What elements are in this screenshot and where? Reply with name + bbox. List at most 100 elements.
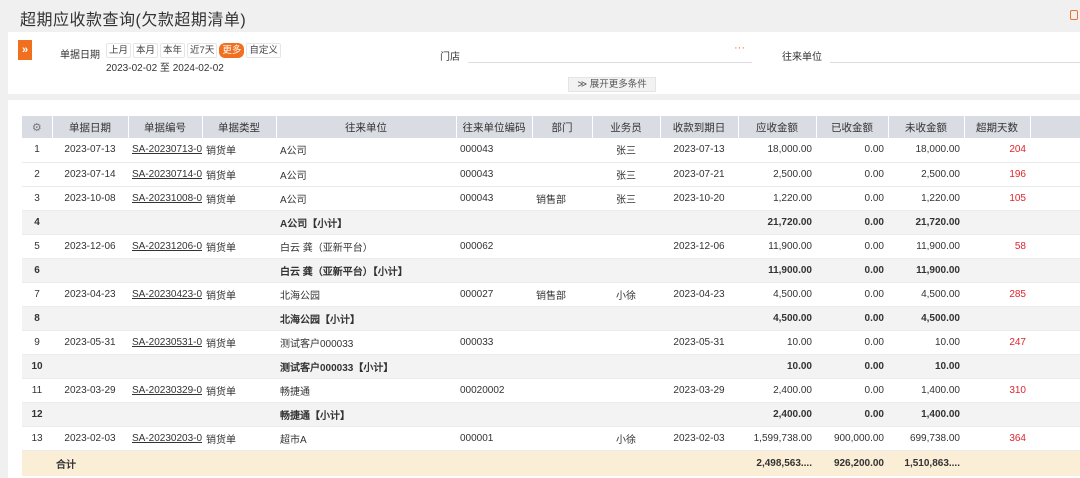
cell-overdue bbox=[964, 210, 1030, 235]
table-row[interactable]: 3 2023-10-08 SA-20231008-0 销货单 A公司 000043 销售部张… bbox=[22, 186, 1080, 211]
cell-date: 2023-04-23 bbox=[52, 282, 128, 307]
table-row[interactable]: 9 2023-05-31 SA-20230531-0 销货单 测试客户000033 000… bbox=[22, 330, 1080, 355]
external-link-icon[interactable] bbox=[1070, 10, 1078, 20]
subtotal-row[interactable]: 8 北海公园【小计】 4,500.00 0.00 4,500.00 bbox=[22, 306, 1080, 331]
table-row[interactable]: 2 2023-07-14 SA-20230714-0 销货单 A公司 000043 张三 20… bbox=[22, 162, 1080, 187]
column-header[interactable]: 往来单位编码 bbox=[456, 116, 533, 138]
cell-unpaid: 1,400.00 bbox=[888, 378, 964, 403]
document-number-link[interactable]: SA-20231008-0 bbox=[132, 193, 202, 204]
column-header[interactable]: 往来单位 bbox=[276, 116, 457, 138]
column-header[interactable]: 单据编号 bbox=[128, 116, 203, 138]
column-header[interactable]: 部门 bbox=[532, 116, 593, 138]
column-header[interactable]: 收款到期日 bbox=[660, 116, 739, 138]
table-row[interactable]: 11 2023-03-29 SA-20230329-0 销货单 畅捷通 00020002 2… bbox=[22, 378, 1080, 403]
cell-unpaid: 4,500.00 bbox=[888, 282, 964, 307]
subtotal-row[interactable]: 10 测试客户000033【小计】 10.00 0.00 10.00 bbox=[22, 354, 1080, 379]
subtotal-row[interactable]: 4 A公司【小计】 21,720.00 0.00 21,720.00 bbox=[22, 210, 1080, 235]
cell-doc bbox=[128, 306, 202, 331]
date-option[interactable]: 自定义 bbox=[246, 43, 281, 58]
date-option[interactable]: 本年 bbox=[160, 43, 186, 58]
cell-unpaid: 21,720.00 bbox=[888, 210, 964, 235]
cell-unpaid: 1,220.00 bbox=[888, 186, 964, 211]
column-header[interactable]: 业务员 bbox=[592, 116, 661, 138]
row-filler bbox=[1030, 162, 1080, 187]
cell-no: 9 bbox=[22, 330, 52, 355]
cell-no: 4 bbox=[22, 210, 52, 235]
document-number-link[interactable]: SA-20230329-0 bbox=[132, 385, 202, 396]
cell-received: 0.00 bbox=[816, 258, 888, 283]
cell-received: 0.00 bbox=[816, 378, 888, 403]
cell-unpaid: 10.00 bbox=[888, 330, 964, 355]
cell-partner: 白云 龚（亚新平台）【小计】 bbox=[276, 258, 456, 283]
cell-overdue: 204 bbox=[964, 138, 1030, 163]
partner-input[interactable] bbox=[830, 62, 1080, 63]
cell-dept bbox=[532, 138, 592, 163]
table-row[interactable]: 5 2023-12-06 SA-20231206-0 销货单 白云 龚（亚新平台） 000… bbox=[22, 234, 1080, 259]
column-header[interactable]: 未收金额 bbox=[888, 116, 965, 138]
document-number-link[interactable]: SA-20230531-0 bbox=[132, 337, 202, 348]
cell-code: 000043 bbox=[456, 138, 532, 163]
column-header[interactable]: 应收金额 bbox=[738, 116, 817, 138]
subtotal-row[interactable]: 12 畅捷通【小计】 2,400.00 0.00 1,400.00 bbox=[22, 402, 1080, 427]
total-empty-cell bbox=[964, 450, 1030, 476]
cell-partner: A公司 bbox=[276, 186, 456, 211]
cell-partner: 超市A bbox=[276, 426, 456, 451]
overdue-receivables-table: ⚙ 单据日期 单据编号 单据类型 往来单位 往来单位编码 部门 业务员 收款到期日 应收金额 已收金… bbox=[22, 116, 1080, 476]
cell-staff bbox=[592, 330, 660, 355]
document-number-link[interactable]: SA-20230714-0 bbox=[132, 169, 202, 180]
cell-date bbox=[52, 258, 128, 283]
cell-partner: A公司 bbox=[276, 138, 456, 163]
cell-received: 0.00 bbox=[816, 330, 888, 355]
cell-staff bbox=[592, 210, 660, 235]
date-option[interactable]: 上月 bbox=[106, 43, 132, 58]
table-row[interactable]: 13 2023-02-03 SA-20230203-0 销货单 超市A 000001 小徐 2… bbox=[22, 426, 1080, 451]
total-empty-cell bbox=[202, 450, 276, 476]
total-empty-cell bbox=[592, 450, 660, 476]
date-option[interactable]: 更多 bbox=[219, 43, 245, 58]
expand-more-conditions-button[interactable]: ≫ 展开更多条件 bbox=[568, 77, 656, 92]
cell-receivable: 11,900.00 bbox=[738, 258, 816, 283]
cell-date: 2023-12-06 bbox=[52, 234, 128, 259]
cell-overdue: 285 bbox=[964, 282, 1030, 307]
cell-staff: 张三 bbox=[592, 138, 660, 163]
cell-no: 1 bbox=[22, 138, 52, 163]
total-empty-cell bbox=[128, 450, 202, 476]
document-number-link[interactable]: SA-20230203-0 bbox=[132, 433, 202, 444]
cell-unpaid: 2,500.00 bbox=[888, 162, 964, 187]
subtotal-row[interactable]: 6 白云 龚（亚新平台）【小计】 11,900.00 0.00 11,900.00 bbox=[22, 258, 1080, 283]
date-option[interactable]: 近7天 bbox=[187, 43, 218, 58]
expand-filter-icon[interactable]: » bbox=[18, 40, 32, 60]
document-number-link[interactable]: SA-20231206-0 bbox=[132, 241, 202, 252]
store-input[interactable] bbox=[468, 62, 752, 63]
cell-code bbox=[456, 354, 532, 379]
cell-date bbox=[52, 354, 128, 379]
document-number-link[interactable]: SA-20230423-0 bbox=[132, 289, 202, 300]
column-header[interactable]: 超期天数 bbox=[964, 116, 1031, 138]
column-header[interactable]: 单据日期 bbox=[52, 116, 129, 138]
cell-unpaid: 4,500.00 bbox=[888, 306, 964, 331]
cell-no: 10 bbox=[22, 354, 52, 379]
document-number-link[interactable]: SA-20230713-0 bbox=[132, 144, 202, 155]
cell-due: 2023-10-20 bbox=[660, 186, 738, 211]
date-option[interactable]: 本月 bbox=[133, 43, 159, 58]
cell-date: 2023-10-08 bbox=[52, 186, 128, 211]
cell-dept bbox=[532, 330, 592, 355]
cell-received: 0.00 bbox=[816, 186, 888, 211]
cell-no: 13 bbox=[22, 426, 52, 451]
cell-received: 0.00 bbox=[816, 162, 888, 187]
total-receivable: 2,498,563.... bbox=[738, 450, 816, 476]
cell-kind bbox=[202, 402, 276, 427]
table-row[interactable]: 7 2023-04-23 SA-20230423-0 销货单 北海公园 000027 销售部… bbox=[22, 282, 1080, 307]
cell-received: 0.00 bbox=[816, 138, 888, 163]
cell-due: 2023-04-23 bbox=[660, 282, 738, 307]
cell-partner: 北海公园【小计】 bbox=[276, 306, 456, 331]
table-row[interactable]: 1 2023-07-13 SA-20230713-0 销货单 A公司 000043 张三 20… bbox=[22, 138, 1080, 163]
cell-receivable: 10.00 bbox=[738, 354, 816, 379]
column-header[interactable]: 单据类型 bbox=[202, 116, 277, 138]
cell-unpaid: 1,400.00 bbox=[888, 402, 964, 427]
store-more-icon[interactable]: ··· bbox=[734, 42, 745, 54]
settings-gear-icon[interactable]: ⚙ bbox=[22, 116, 53, 138]
date-range-value[interactable]: 2023-02-02 至 2024-02-02 bbox=[106, 59, 224, 74]
column-header[interactable]: 已收金额 bbox=[816, 116, 889, 138]
cell-partner: A公司【小计】 bbox=[276, 210, 456, 235]
